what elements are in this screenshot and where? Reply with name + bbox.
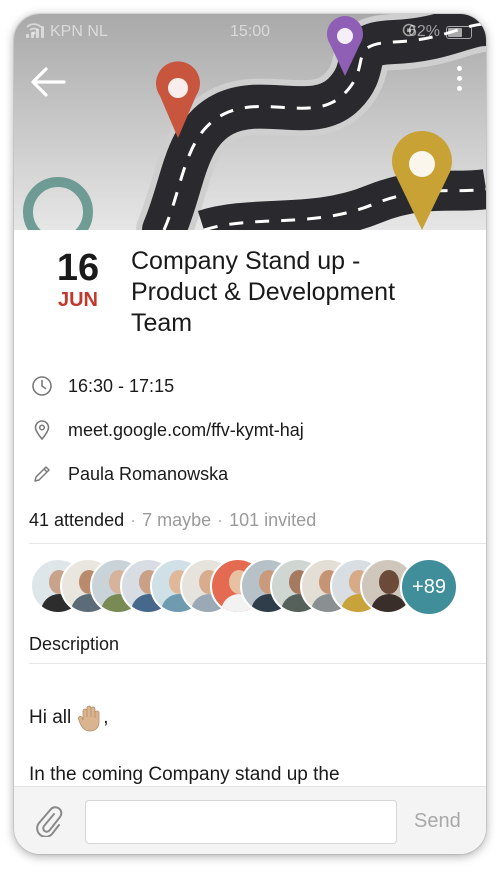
clock-icon	[30, 374, 54, 398]
maybe-count[interactable]: 7 maybe	[142, 510, 211, 531]
location-pin-icon	[30, 418, 54, 442]
event-title-line: Company Stand up -	[131, 247, 361, 275]
event-organizer: Paula Romanowska	[68, 463, 229, 484]
event-organizer-row: Paula Romanowska	[30, 460, 228, 488]
comment-input[interactable]	[85, 800, 397, 844]
status-bar: KPN NL 15:00 62%	[14, 18, 486, 46]
pencil-icon	[30, 462, 54, 486]
separator-dot: ·	[130, 510, 137, 530]
description-body: In the coming Company stand up the	[29, 764, 340, 785]
invited-count[interactable]: 101 invited	[229, 510, 316, 531]
phone-frame: KPN NL 15:00 62% 16 JUN Company Stand up…	[14, 14, 486, 854]
attach-button[interactable]	[34, 805, 64, 838]
description-greeting: Hi all ,	[29, 704, 109, 732]
arrow-left-icon	[31, 67, 66, 97]
attendee-avatars[interactable]: +89	[30, 558, 480, 616]
event-time: 16:30 - 17:15	[68, 375, 175, 396]
attendance-summary[interactable]: 41 attended · 7 maybe · 101 invited	[29, 510, 316, 531]
paperclip-icon	[36, 806, 63, 838]
event-date: 16 JUN	[36, 248, 120, 312]
event-title: Company Stand up - Product & Development…	[131, 246, 451, 339]
greeting-text: Hi all	[29, 707, 72, 728]
battery-icon	[446, 25, 472, 39]
comment-compose-bar: Send	[14, 786, 486, 854]
send-button[interactable]: Send	[414, 810, 461, 833]
event-cover-image: KPN NL 15:00 62%	[14, 14, 486, 230]
event-location-row[interactable]: meet.google.com/ffv-kymt-haj	[30, 416, 304, 444]
raised-hand-icon	[77, 704, 103, 732]
divider	[29, 663, 486, 664]
more-attendees-badge[interactable]: +89	[400, 558, 458, 616]
event-time-row: 16:30 - 17:15	[30, 372, 174, 400]
attended-count[interactable]: 41 attended	[29, 510, 124, 531]
event-title-line: Team	[131, 309, 193, 337]
event-title-line: Product & Development	[131, 278, 396, 306]
back-button[interactable]	[26, 62, 70, 102]
greeting-suffix: ,	[103, 707, 109, 728]
separator-dot: ·	[217, 510, 224, 530]
more-options-button[interactable]	[452, 66, 466, 100]
event-details: 16 JUN Company Stand up - Product & Deve…	[14, 230, 486, 786]
more-vertical-icon	[452, 66, 466, 91]
divider	[29, 543, 486, 544]
event-location-link[interactable]: meet.google.com/ffv-kymt-haj	[68, 420, 304, 441]
event-day: 16	[56, 247, 100, 289]
description-label: Description	[29, 634, 120, 654]
event-month: JUN	[57, 289, 98, 311]
